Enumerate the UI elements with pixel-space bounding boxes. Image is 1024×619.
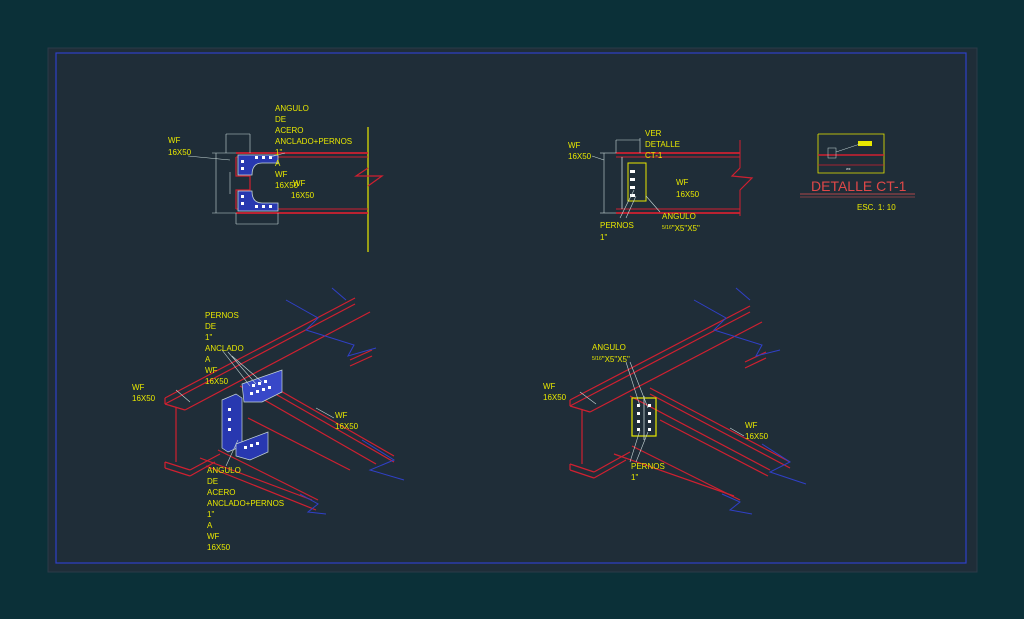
girder-wf-label: WF <box>132 383 145 392</box>
beam-wf-size-2: 16X50 <box>676 190 700 199</box>
cad-drawing: WF 16X50 ANGULO DE ACERO ANCLADO+PERNOS … <box>47 47 978 573</box>
note-anclado-pernos-3: ANCLADO+PERNOS <box>207 499 284 508</box>
girder-wf-size: 16X50 <box>132 394 156 403</box>
note-wf-3b: WF <box>207 532 220 541</box>
note-anclado-3: ANCLADO <box>205 344 244 353</box>
note-pernos-3: PERNOS <box>205 311 239 320</box>
girder-wf-size-4: 16X50 <box>543 393 567 402</box>
note-pernos-4: PERNOS <box>631 462 665 471</box>
note-de-3b: DE <box>207 477 218 486</box>
girder-wf-label-4: WF <box>543 382 556 391</box>
detail-mini-label: WF <box>846 167 851 171</box>
note-angulo-3: ANGULO <box>207 466 241 475</box>
detail-scale: ESC. 1: 10 <box>857 203 896 212</box>
wf-size-label-2: 16X50 <box>568 152 592 161</box>
note-de: DE <box>275 115 286 124</box>
note-one-inch-2: 1" <box>600 233 607 242</box>
beam-wf-label-4: WF <box>745 421 758 430</box>
note-wf-3: WF <box>205 366 218 375</box>
note-pernos-2: PERNOS <box>600 221 634 230</box>
note-wf-size-3: 16X50 <box>205 377 229 386</box>
note-one-inch-3b: 1" <box>207 510 214 519</box>
note-angulo: ANGULO <box>275 104 309 113</box>
note-ver: VER <box>645 129 662 138</box>
drawing-sheet <box>47 47 978 573</box>
note-angulo-2: ANGULO <box>662 212 696 221</box>
beam-wf-size-3: 16X50 <box>335 422 359 431</box>
note-a-3b: A <box>207 521 213 530</box>
detail-title: DETALLE CT-1 <box>811 178 907 194</box>
wf-label: WF <box>168 136 181 145</box>
note-detalle: DETALLE <box>645 140 680 149</box>
note-a-3: A <box>205 355 211 364</box>
note-angulo-4: ANGULO <box>592 343 626 352</box>
beam-wf-label: WF <box>293 179 306 188</box>
beam-wf-size-4: 16X50 <box>745 432 769 441</box>
note-wf-size-3b: 16X50 <box>207 543 231 552</box>
note-acero: ACERO <box>275 126 303 135</box>
note-a: A <box>275 159 281 168</box>
wf-label-2: WF <box>568 141 581 150</box>
beam-wf-size: 16X50 <box>291 191 315 200</box>
note-one-inch: 1" <box>275 148 282 157</box>
note-one-inch-4: 1" <box>631 473 638 482</box>
note-acero-3: ACERO <box>207 488 235 497</box>
note-one-inch-3: 1" <box>205 333 212 342</box>
note-wf: WF <box>275 170 288 179</box>
beam-wf-label-2: WF <box>676 178 689 187</box>
note-anclado-pernos: ANCLADO+PERNOS <box>275 137 352 146</box>
note-ct1: CT-1 <box>645 151 663 160</box>
note-de-3: DE <box>205 322 216 331</box>
beam-wf-label-3: WF <box>335 411 348 420</box>
wf-size-label: 16X50 <box>168 148 192 157</box>
